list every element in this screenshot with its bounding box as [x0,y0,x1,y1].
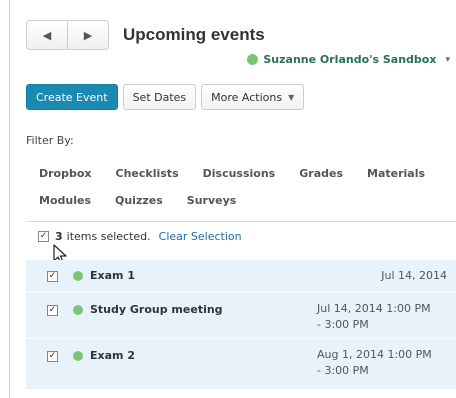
event-row[interactable]: ✓ Exam 2 Aug 1, 2014 1:00 PM - 3:00 PM › [26,339,456,389]
filter-dropbox[interactable]: Dropbox [39,167,92,180]
set-dates-button[interactable]: Set Dates [122,84,197,110]
event-date-end: - 3:00 PM [317,364,369,377]
dropdown-arrow-icon: ▼ [288,92,295,102]
right-arrow-icon: ▶ [83,28,93,42]
next-button[interactable]: ▶ [67,21,108,49]
select-all-checkbox[interactable]: ✓ [38,231,49,242]
date-nav: ◀ ▶ [26,20,109,50]
event-name[interactable]: Exam 2 [90,349,135,362]
events-widget: ◀ ▶ Upcoming events Suzanne Orlando's Sa… [9,0,456,398]
event-date: Jul 14, 2014 [381,269,447,282]
status-dot-icon [73,271,83,281]
clear-selection-link[interactable]: Clear Selection [159,230,242,243]
previous-button[interactable]: ◀ [27,21,67,49]
status-dot-icon [247,54,259,65]
more-actions-button[interactable]: More Actions ▼ [201,84,305,110]
event-name[interactable]: Study Group meeting [90,303,223,316]
event-date-end: - 3:00 PM [317,318,369,331]
row-checkbox[interactable]: ✓ [47,351,58,362]
widget-header: ◀ ▶ Upcoming events [26,20,265,50]
filter-surveys[interactable]: Surveys [187,194,237,207]
filter-materials[interactable]: Materials [367,167,425,180]
left-arrow-icon: ◀ [42,28,52,42]
widget-title: Upcoming events [123,25,265,44]
selection-bar: ✓ 3 items selected. Clear Selection [38,230,242,243]
filter-options: Dropbox Checklists Discussions Grades Ma… [39,167,449,207]
event-date-start: Jul 14, 2014 1:00 PM [317,302,431,315]
status-dot-icon [73,351,83,361]
create-event-button[interactable]: Create Event [26,84,118,110]
event-row[interactable]: ✓ Exam 1 Jul 14, 2014 › [26,260,456,292]
selected-count: 3 [55,230,63,243]
event-name[interactable]: Exam 1 [90,269,135,282]
chevron-down-icon: ▾ [445,54,450,65]
filter-quizzes[interactable]: Quizzes [115,194,163,207]
row-checkbox[interactable]: ✓ [47,305,58,316]
filter-label: Filter By: [26,134,74,147]
org-name: Suzanne Orlando's Sandbox [263,53,437,66]
filter-grades[interactable]: Grades [299,167,343,180]
filter-checklists[interactable]: Checklists [116,167,179,180]
org-selector[interactable]: Suzanne Orlando's Sandbox ▾ [247,53,450,66]
event-row[interactable]: ✓ Study Group meeting Jul 14, 2014 1:00 … [26,293,456,338]
filter-modules[interactable]: Modules [39,194,91,207]
row-checkbox[interactable]: ✓ [47,271,58,282]
event-date-start: Aug 1, 2014 1:00 PM [317,348,432,361]
more-actions-label: More Actions [211,90,283,104]
divider [26,221,456,222]
action-bar: Create Event Set Dates More Actions ▼ [26,84,305,110]
selected-text: items selected. [66,230,151,243]
filter-discussions[interactable]: Discussions [203,167,276,180]
status-dot-icon [73,305,83,315]
